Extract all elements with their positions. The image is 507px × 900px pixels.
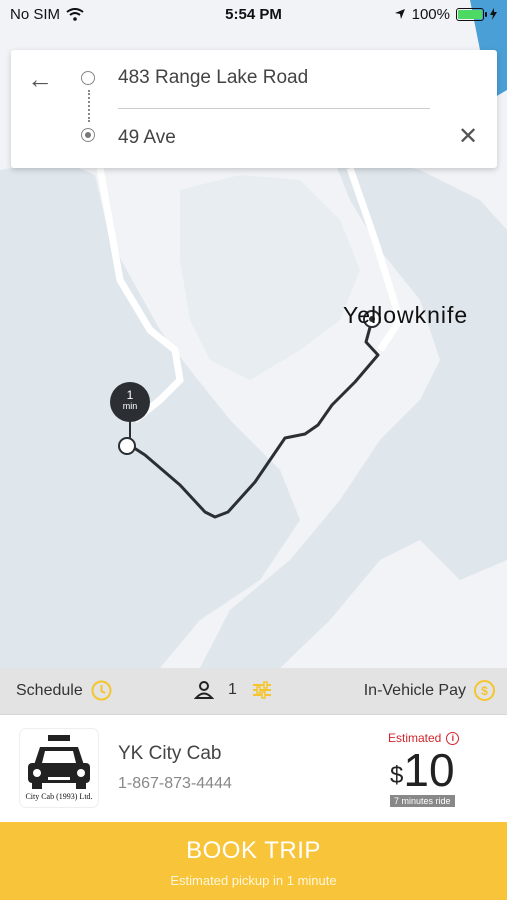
land-island — [180, 175, 360, 380]
person-icon — [194, 681, 214, 699]
payment-label: In-Vehicle Pay — [363, 681, 466, 699]
provider-logo: City Cab (1993) Ltd. — [20, 729, 98, 807]
sliders-icon[interactable] — [251, 680, 273, 700]
destination-dot-icon — [81, 128, 95, 142]
info-icon[interactable]: i — [446, 731, 460, 745]
currency-symbol: $ — [390, 762, 404, 789]
schedule-label: Schedule — [16, 681, 83, 699]
payment-button[interactable]: In-Vehicle Pay $ — [364, 680, 495, 701]
destination-field[interactable]: 49 Ave — [118, 127, 176, 149]
status-right: 100% — [394, 6, 497, 23]
price-value: 10 — [403, 744, 455, 796]
route-connector — [88, 90, 90, 122]
eta-value: 1 — [126, 388, 134, 402]
logo-caption: City Cab (1993) Ltd. — [25, 792, 93, 801]
city-label: Yellowknife — [343, 302, 469, 328]
price: $10 — [390, 745, 455, 795]
eta-pin: 1 min — [110, 382, 150, 422]
dollar-icon: $ — [474, 680, 495, 701]
divider — [118, 108, 430, 109]
battery-icon — [456, 7, 487, 21]
estimate-label: Estimated i — [388, 731, 460, 745]
location-arrow-icon — [394, 9, 405, 19]
close-icon[interactable]: ✕ — [455, 124, 481, 150]
route-card: ← 483 Range Lake Road 49 Ave ✕ — [11, 50, 497, 168]
origin-field[interactable]: 483 Range Lake Road — [118, 67, 308, 89]
passenger-count: 1 — [228, 681, 237, 698]
schedule-button[interactable]: Schedule — [16, 680, 112, 701]
status-bar: No SIM 5:54 PM 100% — [0, 0, 507, 28]
charging-icon — [490, 8, 497, 20]
eta-unit: min — [122, 401, 138, 411]
book-trip-button[interactable]: BOOK TRIP Estimated pickup in 1 minute — [0, 822, 507, 900]
provider-name: YK City Cab — [118, 743, 222, 764]
duration-badge: 7 minutes ride — [390, 795, 455, 807]
provider-phone[interactable]: 1-867-873-4444 — [118, 775, 232, 793]
clock-icon — [91, 680, 112, 701]
pickup-estimate: Estimated pickup in 1 minute — [170, 873, 337, 888]
origin-dot-icon — [81, 71, 95, 85]
options-bar: Schedule 1 In-Vehicle Pay $ — [0, 668, 507, 715]
book-trip-label: BOOK TRIP — [186, 837, 321, 864]
provider-row[interactable]: City Cab (1993) Ltd. YK City Cab 1-867-8… — [0, 715, 507, 822]
battery-percent: 100% — [411, 5, 450, 23]
status-left: No SIM — [10, 6, 84, 23]
pickup-marker — [118, 437, 136, 455]
passenger-selector[interactable]: 1 — [194, 680, 273, 700]
estimate-text: Estimated — [388, 731, 442, 745]
back-arrow-icon[interactable]: ← — [25, 64, 55, 94]
carrier-label: No SIM — [10, 5, 61, 23]
wifi-icon — [66, 7, 84, 21]
